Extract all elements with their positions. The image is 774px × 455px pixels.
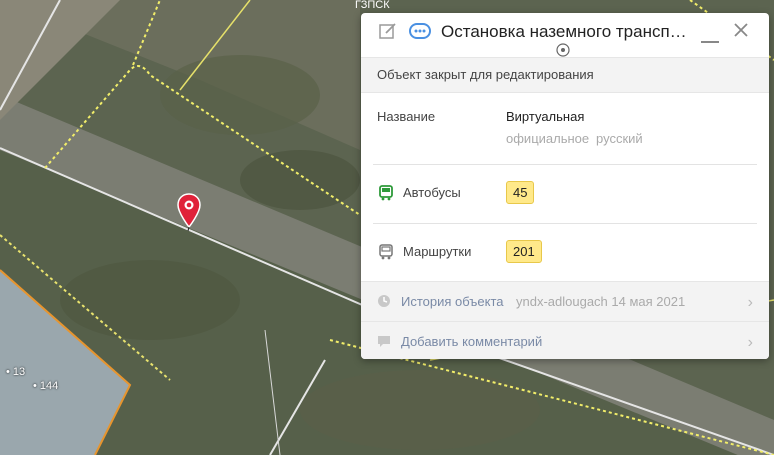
stop-pin-icon[interactable] — [176, 193, 202, 233]
close-icon[interactable] — [733, 22, 749, 43]
name-language-tag: русский — [596, 131, 643, 146]
minibus-icon — [378, 244, 394, 265]
name-label: Название — [377, 109, 436, 124]
panel-title: Остановка наземного транспо... — [441, 22, 689, 41]
name-row: Название Виртуальная официальное русский — [361, 93, 769, 163]
house-number: 144 — [39, 380, 59, 392]
panel-header: Остановка наземного транспо... — [361, 13, 769, 57]
chevron-right-icon: › — [747, 334, 753, 351]
bus-label: Автобусы — [403, 185, 461, 200]
edit-icon[interactable] — [378, 21, 398, 46]
chevron-right-icon: › — [747, 294, 753, 311]
bus-row: Автобусы 45 — [361, 165, 769, 223]
minibus-row: Маршрутки 201 — [361, 224, 769, 282]
comment-row[interactable]: Добавить комментарий › — [361, 321, 769, 359]
minimize-icon[interactable] — [701, 33, 719, 51]
comment-icon — [377, 335, 391, 354]
history-meta: yndx-adlougach 14 мая 2021 — [516, 294, 686, 309]
bus-route-badge[interactable]: 45 — [506, 181, 535, 204]
svg-text:ГЗПСК: ГЗПСК — [355, 0, 390, 11]
history-row[interactable]: История объекта yndx-adlougach 14 мая 20… — [361, 281, 769, 322]
minibus-route-badge[interactable]: 201 — [506, 240, 542, 263]
history-link[interactable]: История объекта — [401, 294, 504, 309]
minibus-label: Маршрутки — [403, 244, 472, 259]
name-value: Виртуальная — [506, 109, 585, 124]
bus-stop-icon — [409, 22, 431, 45]
bus-icon — [378, 185, 394, 206]
object-panel: Остановка наземного транспо... Объект за… — [361, 13, 769, 359]
add-comment-link[interactable]: Добавить комментарий — [401, 334, 542, 349]
house-label-13: • 13 — [6, 366, 26, 378]
house-label-144: • 144 — [33, 380, 59, 392]
house-number: 13 — [12, 366, 26, 378]
readonly-notice-text: Объект закрыт для редактирования — [377, 67, 594, 82]
clock-icon — [377, 294, 391, 313]
readonly-notice: Объект закрыт для редактирования — [361, 57, 769, 93]
name-official-tag: официальное — [506, 131, 590, 146]
